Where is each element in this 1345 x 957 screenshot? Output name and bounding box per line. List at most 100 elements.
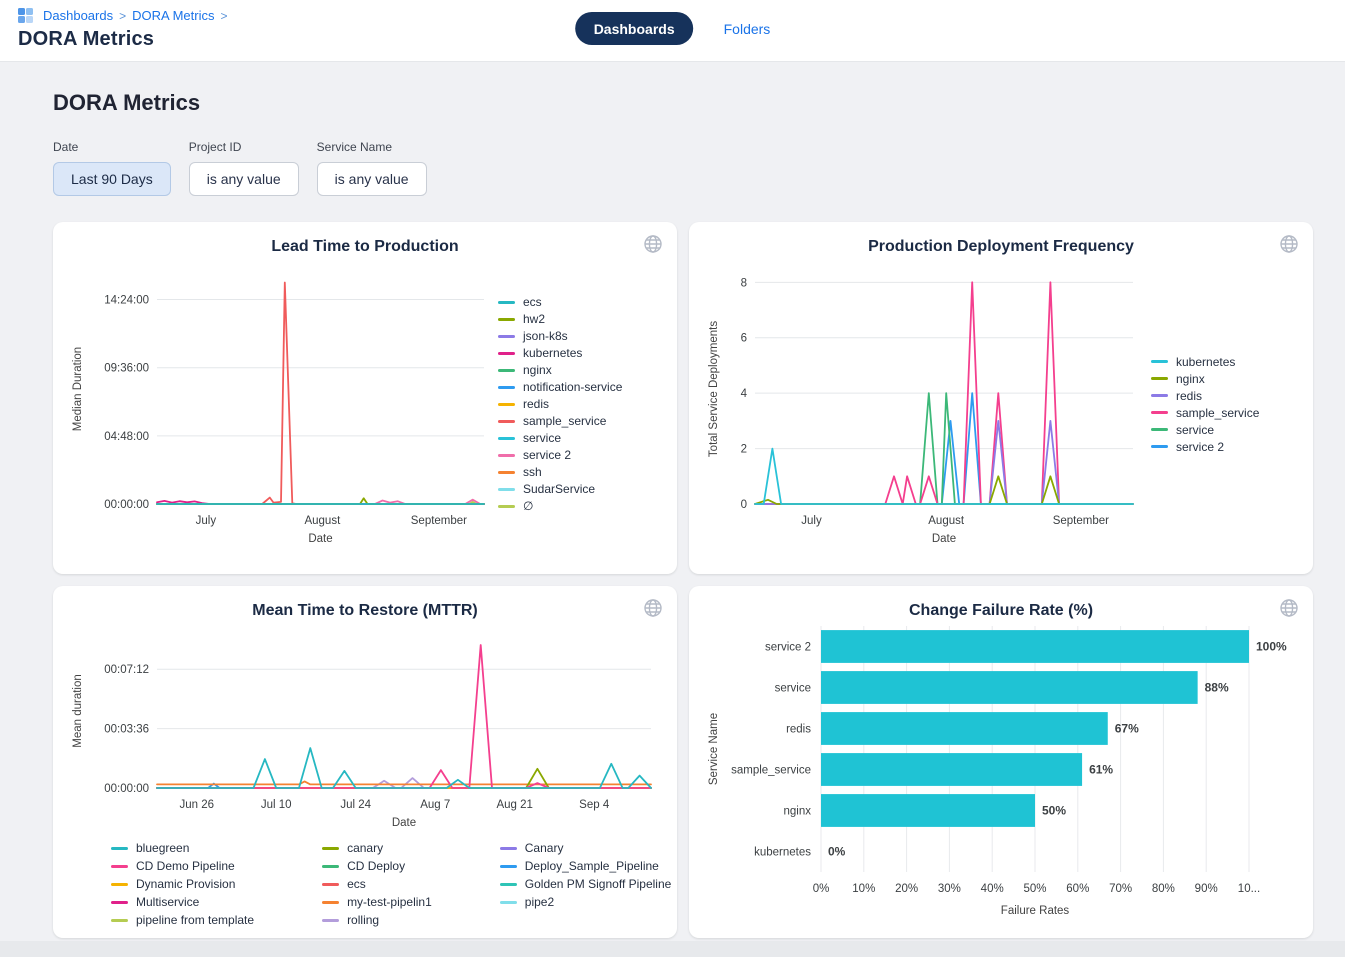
svg-text:14:24:00: 14:24:00	[104, 295, 149, 307]
svg-text:Jul 24: Jul 24	[340, 799, 371, 811]
legend-swatch-icon	[498, 318, 515, 321]
legend-swatch-icon	[111, 847, 128, 850]
svg-text:September: September	[1053, 515, 1109, 527]
svg-text:67%: 67%	[1115, 722, 1139, 736]
legend-swatch-icon	[498, 437, 515, 440]
legend-swatch-icon	[500, 847, 517, 850]
legend-label: json-k8s	[523, 329, 568, 343]
filter-service-name-value-button[interactable]: is any value	[317, 162, 427, 196]
svg-text:Jun 26: Jun 26	[179, 799, 214, 811]
svg-text:10%: 10%	[852, 883, 875, 895]
legend-swatch-icon	[1151, 428, 1168, 431]
legend-label: notification-service	[523, 380, 622, 394]
legend-label: pipe2	[525, 895, 554, 909]
legend-column: canaryCD Deployecsmy-test-pipelin1rollin…	[322, 841, 432, 927]
legend-item: sample_service	[498, 414, 622, 428]
legend-label: SudarService	[523, 482, 595, 496]
svg-text:50%: 50%	[1023, 883, 1046, 895]
legend-label: Deploy_Sample_Pipeline	[525, 859, 659, 873]
legend-swatch-icon	[1151, 411, 1168, 414]
svg-text:80%: 80%	[1152, 883, 1175, 895]
svg-text:10...: 10...	[1238, 883, 1260, 895]
dashboard-grid-icon	[18, 8, 33, 23]
legend-item: Deploy_Sample_Pipeline	[500, 859, 672, 873]
svg-text:Aug 7: Aug 7	[420, 799, 450, 811]
legend-swatch-icon	[498, 420, 515, 423]
legend-item: Golden PM Signoff Pipeline	[500, 877, 672, 891]
legend-swatch-icon	[498, 505, 515, 508]
chart-title: Change Failure Rate (%)	[909, 602, 1093, 620]
card-header: Lead Time to Production	[67, 232, 663, 256]
legend-item: nginx	[498, 363, 622, 377]
legend-swatch-icon	[1151, 360, 1168, 363]
breadcrumb-link-dashboards[interactable]: Dashboards	[43, 8, 113, 23]
legend-label: Canary	[525, 841, 564, 855]
legend-swatch-icon	[1151, 394, 1168, 397]
legend-item: pipe2	[500, 895, 672, 909]
legend-label: service 2	[523, 448, 571, 462]
legend-item: Multiservice	[111, 895, 254, 909]
legend-item: ssh	[498, 465, 622, 479]
svg-text:service 2: service 2	[765, 642, 811, 654]
svg-text:4: 4	[741, 388, 748, 400]
breadcrumb-link-dora-metrics[interactable]: DORA Metrics	[132, 8, 214, 23]
legend-swatch-icon	[498, 352, 515, 355]
filter-service-name: Service Name is any value	[317, 140, 427, 196]
svg-text:40%: 40%	[981, 883, 1004, 895]
legend-item: service	[1151, 423, 1259, 437]
svg-text:Service Name: Service Name	[708, 713, 720, 785]
legend-item: Canary	[500, 841, 672, 855]
svg-text:Median Duration: Median Duration	[72, 347, 84, 431]
legend-swatch-icon	[111, 919, 128, 922]
chart-title: Lead Time to Production	[271, 238, 458, 256]
legend-label: sample_service	[1176, 406, 1259, 420]
deployment-frequency-chart: 02468JulyAugustSeptemberDateTotal Servic…	[703, 258, 1145, 550]
legend-label: hw2	[523, 312, 545, 326]
legend-label: service	[523, 431, 561, 445]
legend-item: redis	[498, 397, 622, 411]
filter-date-value-button[interactable]: Last 90 Days	[53, 162, 171, 196]
tab-dashboards[interactable]: Dashboards	[575, 12, 694, 45]
legend-swatch-icon	[498, 335, 515, 338]
legend-label: sample_service	[523, 414, 606, 428]
view-tabs: Dashboards Folders	[575, 12, 771, 45]
tab-folders[interactable]: Folders	[724, 21, 771, 37]
svg-text:kubernetes: kubernetes	[754, 847, 811, 859]
globe-icon[interactable]	[1279, 234, 1299, 259]
svg-text:July: July	[196, 515, 217, 527]
legend-label: Golden PM Signoff Pipeline	[525, 877, 672, 891]
svg-text:88%: 88%	[1205, 681, 1229, 695]
card-header: Production Deployment Frequency	[703, 232, 1299, 256]
legend-item: service 2	[498, 448, 622, 462]
filter-service-name-label: Service Name	[317, 140, 427, 154]
legend-item: ecs	[498, 295, 622, 309]
svg-text:20%: 20%	[895, 883, 918, 895]
legend-swatch-icon	[1151, 445, 1168, 448]
legend-label: ecs	[523, 295, 542, 309]
globe-icon[interactable]	[1279, 598, 1299, 623]
legend-label: Dynamic Provision	[136, 877, 235, 891]
legend-column: bluegreenCD Demo PipelineDynamic Provisi…	[111, 841, 254, 927]
svg-text:Date: Date	[392, 817, 416, 829]
legend-item: service	[498, 431, 622, 445]
legend-swatch-icon	[498, 488, 515, 491]
legend-label: kubernetes	[1176, 355, 1235, 369]
chart-row: 02468JulyAugustSeptemberDateTotal Servic…	[703, 258, 1299, 550]
svg-text:6: 6	[741, 333, 747, 345]
legend-swatch-icon	[498, 454, 515, 457]
svg-text:90%: 90%	[1195, 883, 1218, 895]
filter-project-id-value-button[interactable]: is any value	[189, 162, 299, 196]
svg-text:Mean duration: Mean duration	[72, 674, 84, 748]
lead-time-chart: 00:00:0004:48:0009:36:0014:24:00JulyAugu…	[67, 258, 492, 550]
globe-icon[interactable]	[643, 234, 663, 259]
legend-label: service	[1176, 423, 1214, 437]
legend-item: service 2	[1151, 440, 1259, 454]
svg-text:0: 0	[741, 499, 747, 511]
chart-legend: ecshw2json-k8skubernetesnginxnotificatio…	[492, 295, 622, 513]
svg-text:September: September	[411, 515, 467, 527]
legend-label: ecs	[347, 877, 366, 891]
legend-label: rolling	[347, 913, 379, 927]
svg-text:00:07:12: 00:07:12	[104, 664, 149, 676]
svg-text:nginx: nginx	[784, 806, 812, 818]
globe-icon[interactable]	[643, 598, 663, 623]
